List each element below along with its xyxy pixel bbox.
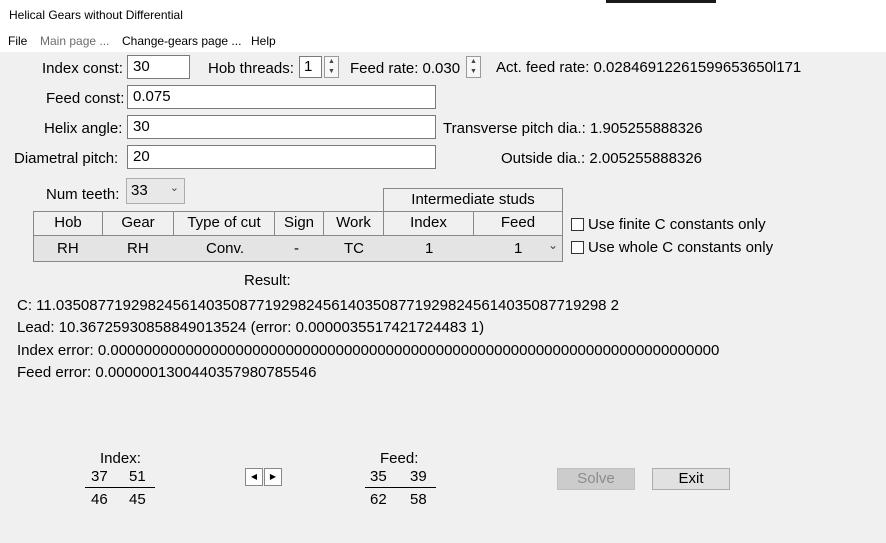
cell-feed[interactable]: 1 <box>514 240 522 257</box>
cell-work[interactable]: TC <box>344 240 364 257</box>
title-bar: Helical Gears without Differential <box>0 0 886 31</box>
hob-threads-spinner[interactable]: ▲ ▼ <box>324 56 339 78</box>
cell-index[interactable]: 1 <box>425 240 433 257</box>
scroll-right-icon[interactable]: ▶ <box>264 468 282 486</box>
helix-angle-input[interactable]: 30 <box>127 115 436 139</box>
feed-fraction-bar <box>365 487 436 488</box>
menu-main-page[interactable]: Main page ... <box>40 34 109 48</box>
result-c: C: 11.0350877192982456140350877192982456… <box>17 297 620 314</box>
col-header-work: Work <box>323 211 384 236</box>
whole-c-label[interactable]: Use whole C constants only <box>588 239 773 256</box>
outside-dia-text: Outside dia.: 2.005255888326 <box>501 150 702 167</box>
feed-rate-label: Feed rate: 0.030 <box>350 60 461 77</box>
cell-gear[interactable]: RH <box>127 240 149 257</box>
feed-gear-bottom-1: 62 <box>370 491 387 508</box>
col-header-sign: Sign <box>274 211 324 236</box>
hob-threads-input[interactable]: 1 <box>299 56 322 78</box>
title-bar-decoration <box>606 0 716 3</box>
cell-sign[interactable]: - <box>294 240 299 257</box>
scroll-left-icon[interactable]: ◀ <box>245 468 263 486</box>
index-gear-bottom-2: 45 <box>129 491 146 508</box>
spin-down-icon[interactable]: ▼ <box>325 67 338 77</box>
index-gear-top-2: 51 <box>129 468 146 485</box>
index-const-label: Index const: <box>42 60 123 77</box>
diametral-pitch-input[interactable]: 20 <box>127 145 436 169</box>
col-header-type-of-cut: Type of cut <box>173 211 275 236</box>
exit-button[interactable]: Exit <box>652 468 730 490</box>
feed-gear-top-1: 35 <box>370 468 387 485</box>
menu-help[interactable]: Help <box>251 34 276 48</box>
col-header-index: Index <box>383 211 474 236</box>
hob-threads-label: Hob threads: <box>208 60 294 77</box>
feed-gear-bottom-2: 58 <box>410 491 427 508</box>
menu-change-gears-page[interactable]: Change-gears page ... <box>122 34 241 48</box>
index-fraction-bar <box>85 487 155 488</box>
helix-angle-label: Helix angle: <box>44 120 123 137</box>
chevron-down-icon: ⌄ <box>169 182 179 194</box>
whole-c-checkbox[interactable] <box>571 241 584 254</box>
result-lead: Lead: 10.36725930858849013524 (error: 0.… <box>17 319 485 336</box>
act-feed-rate-text: Act. feed rate: 0.02846912261599653650l1… <box>496 59 802 76</box>
num-teeth-label: Num teeth: <box>46 186 120 203</box>
index-gear-bottom-1: 46 <box>91 491 108 508</box>
result-feed-error: Feed error: 0.0000001300440357980785546 <box>17 364 317 381</box>
col-header-gear: Gear <box>102 211 174 236</box>
index-gears-label: Index: <box>100 450 141 467</box>
feed-rate-spinner[interactable]: ▲ ▼ <box>466 56 481 78</box>
index-gear-top-1: 37 <box>91 468 108 485</box>
col-header-feed: Feed <box>473 211 563 236</box>
feed-const-label: Feed const: <box>46 90 125 107</box>
cell-hob[interactable]: RH <box>57 240 79 257</box>
diametral-pitch-label: Diametral pitch: <box>14 150 119 167</box>
spin-up-icon[interactable]: ▲ <box>325 57 338 67</box>
num-teeth-value: 33 <box>131 182 148 199</box>
spin-down-icon[interactable]: ▼ <box>467 67 480 77</box>
menu-file[interactable]: File <box>8 34 27 48</box>
num-teeth-select[interactable]: 33 ⌄ <box>126 178 185 204</box>
window-title: Helical Gears without Differential <box>9 8 183 22</box>
menu-bar: File Main page ... Change-gears page ...… <box>0 31 886 52</box>
col-header-hob: Hob <box>33 211 103 236</box>
feed-gears-label: Feed: <box>380 450 419 467</box>
chevron-down-icon[interactable]: ⌄ <box>548 238 558 252</box>
finite-c-checkbox[interactable] <box>571 218 584 231</box>
result-heading: Result: <box>244 272 291 289</box>
index-const-input[interactable]: 30 <box>127 55 190 79</box>
spin-up-icon[interactable]: ▲ <box>467 57 480 67</box>
intermediate-studs-header: Intermediate studs <box>383 188 563 212</box>
feed-const-input[interactable]: 0.075 <box>127 85 436 109</box>
transverse-pitch-text: Transverse pitch dia.: 1.905255888326 <box>443 120 703 137</box>
finite-c-label[interactable]: Use finite C constants only <box>588 216 766 233</box>
feed-gear-top-2: 39 <box>410 468 427 485</box>
solve-button[interactable]: Solve <box>557 468 635 490</box>
cell-type-of-cut[interactable]: Conv. <box>206 240 244 257</box>
result-index-error: Index error: 0.0000000000000000000000000… <box>17 342 720 359</box>
